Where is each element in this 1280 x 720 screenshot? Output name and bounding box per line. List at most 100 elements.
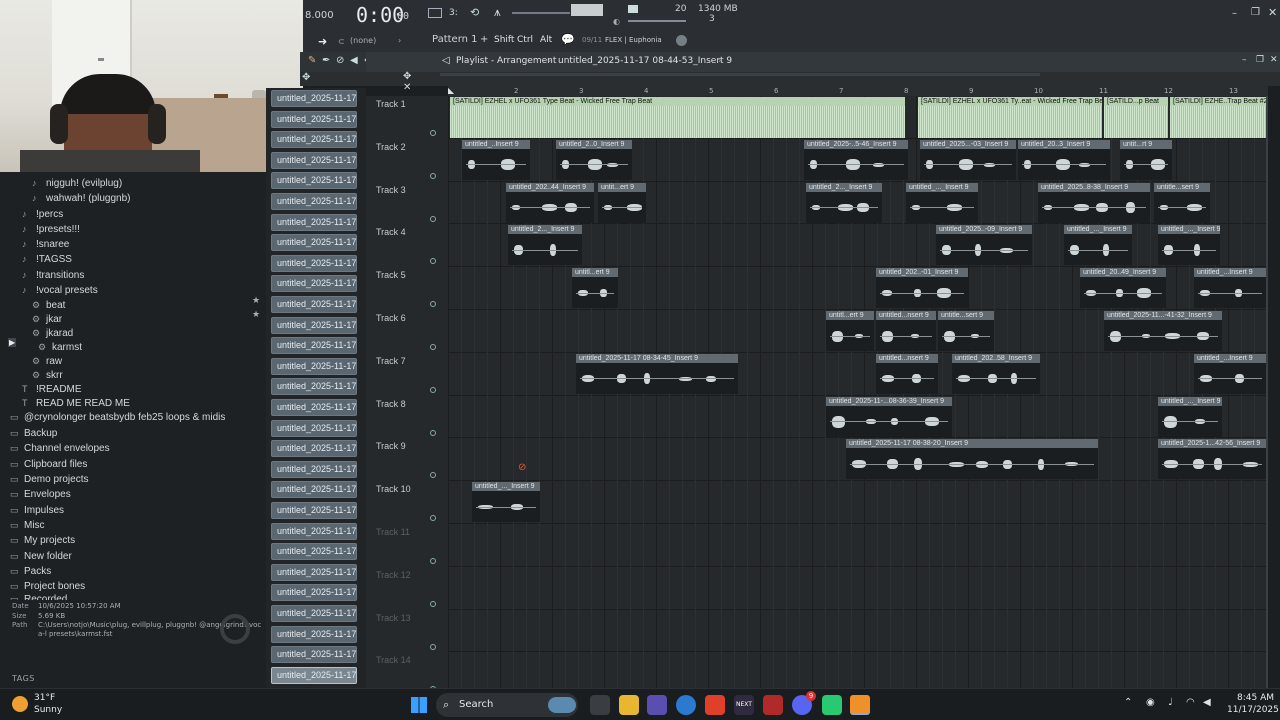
- windows-start-icon[interactable]: [411, 697, 427, 713]
- app-icon[interactable]: [763, 695, 783, 715]
- chat-icon[interactable]: 💬: [561, 33, 575, 46]
- browser-item[interactable]: ▭ My projects: [10, 535, 75, 546]
- track-mute-icon[interactable]: [430, 215, 436, 222]
- clip-picker-item[interactable]: untitled_2025-11-17 08-: [271, 90, 357, 107]
- browser-item[interactable]: ▭ Misc: [10, 520, 45, 531]
- audio-clip[interactable]: [SATILDI] EZHEL x UFO361 Ty..eat - Wicke…: [918, 97, 1102, 138]
- clock-time[interactable]: 8:45 AM: [1237, 693, 1274, 703]
- track-mute-icon[interactable]: [430, 558, 436, 564]
- playlist-minimize-icon[interactable]: –: [1242, 55, 1247, 65]
- audio-clip[interactable]: untitle...sert 9: [1154, 182, 1210, 223]
- clip-picker-item[interactable]: untitled_2025-11-17 08-: [271, 522, 357, 540]
- browser-item[interactable]: ▭ Backup: [10, 428, 57, 439]
- pattern-selector[interactable]: Pattern 1: [432, 34, 478, 45]
- clip-picker-item[interactable]: untitled_2025-11-17 08-: [271, 151, 357, 169]
- maximize-icon[interactable]: ❐: [1251, 7, 1260, 18]
- clip-picker-item[interactable]: untitled_2025-11-17 08-: [271, 172, 357, 190]
- weather-text[interactable]: Sunny: [34, 705, 62, 715]
- weather-icon[interactable]: [12, 696, 28, 712]
- vertical-scrollbar[interactable]: [1266, 96, 1268, 688]
- mute-icon[interactable]: ◀: [350, 55, 358, 66]
- audio-clip[interactable]: untitled_..._Insert 9: [906, 182, 978, 223]
- audio-clip[interactable]: untit...ert 9: [598, 182, 646, 223]
- move-icon[interactable]: ✥: [302, 72, 310, 83]
- browser-item[interactable]: ⚙ skrr: [32, 370, 63, 381]
- app-green-icon[interactable]: [822, 695, 842, 715]
- browser-item[interactable]: ♪ !percs: [22, 209, 63, 220]
- browser-item[interactable]: ▭ Packs: [10, 566, 51, 577]
- track-mute-icon[interactable]: [430, 429, 436, 436]
- track-label[interactable]: Track 10: [376, 484, 411, 494]
- track-mute-icon[interactable]: [430, 515, 436, 522]
- add-pattern-icon[interactable]: +: [480, 34, 488, 45]
- step-icon[interactable]: 3:: [449, 8, 458, 18]
- browser-item[interactable]: T !README: [22, 384, 82, 395]
- search-highlight-icon[interactable]: [548, 697, 576, 713]
- track-label[interactable]: Track 2: [376, 142, 406, 152]
- loop-record-icon[interactable]: ⟲: [470, 6, 479, 19]
- audio-clip[interactable]: untitled_2025-..5-46_Insert 9: [804, 139, 908, 180]
- audio-clip[interactable]: [SATILD...p Beat: [1104, 97, 1168, 138]
- clip-picker-item[interactable]: untitled_2025-11-17 08-: [271, 275, 357, 293]
- browser-item[interactable]: ⚙ raw: [32, 356, 62, 367]
- minimize-icon[interactable]: –: [1232, 8, 1237, 19]
- track-mute-icon[interactable]: [430, 643, 436, 650]
- track-mute-icon[interactable]: [430, 386, 436, 393]
- magnet-icon[interactable]: ⊂: [338, 37, 345, 46]
- audio-clip[interactable]: untitled...nsert 9: [876, 311, 936, 351]
- track-label[interactable]: Track 4: [376, 227, 406, 237]
- close-icon[interactable]: ✕: [403, 82, 411, 93]
- clip-picker-item[interactable]: untitled_2025-11-17 08-: [271, 131, 357, 149]
- fl-studio-icon[interactable]: [850, 695, 870, 715]
- wait-icon[interactable]: ⩚: [494, 5, 501, 20]
- browser-item[interactable]: ▭ Impulses: [10, 505, 64, 516]
- track-label[interactable]: Track 5: [376, 270, 406, 280]
- chevron-right-icon[interactable]: ›: [398, 36, 401, 45]
- audio-clip[interactable]: untitled_2025-11-17 08-38-20_Insert 9: [846, 439, 1098, 480]
- arrow-right-icon[interactable]: ➜: [318, 35, 327, 48]
- clip-picker-item[interactable]: untitled_2025-11-17 08-: [271, 357, 357, 375]
- browser-item[interactable]: ⚙ karmst: [38, 342, 82, 353]
- track-label[interactable]: Track 6: [376, 313, 406, 323]
- clip-picker-item[interactable]: untitled_2025-11-17 08-: [271, 193, 357, 210]
- audio-clip[interactable]: untitled_2025-11...-41-32_Insert 9: [1104, 311, 1222, 351]
- pencil-icon[interactable]: ✎: [308, 55, 316, 66]
- audio-clip[interactable]: untitled_202..58_Insert 9: [952, 353, 1040, 394]
- clip-picker-item[interactable]: untitled_2025-11-17 08-: [271, 110, 357, 128]
- clip-picker-item[interactable]: untitled_2025-11-17 08-: [271, 543, 357, 561]
- clip-picker-item[interactable]: untitled_2025-11-17 08-: [271, 625, 357, 643]
- browser-item[interactable]: ♪ !presets!!!: [22, 224, 80, 235]
- star-icon[interactable]: ★: [252, 296, 260, 306]
- play-arrow-icon[interactable]: ▶: [8, 338, 17, 347]
- brave-icon[interactable]: [705, 695, 725, 715]
- playlist-close-icon[interactable]: ✕: [1270, 55, 1278, 65]
- clip-picker-item[interactable]: untitled_2025-11-17 08-: [271, 563, 357, 581]
- tray-app-icon[interactable]: ◉: [1146, 697, 1155, 708]
- browser-item[interactable]: ♪ !transitions: [22, 270, 84, 281]
- track-mute-icon[interactable]: [430, 344, 436, 350]
- browser-item[interactable]: ▭ New folder: [10, 551, 72, 562]
- audio-clip[interactable]: untitled_..Insert 9: [462, 139, 530, 180]
- audio-clip[interactable]: untitled_2..._Insert 9: [806, 182, 882, 223]
- browser-item[interactable]: ▭ Envelopes: [10, 489, 71, 500]
- clip-picker-item[interactable]: untitled_2025-11-17 08-: [271, 419, 357, 437]
- audio-clip[interactable]: untitled_...Insert 9: [1194, 353, 1266, 394]
- audio-clip[interactable]: untitled_..._Insert 9: [472, 482, 540, 523]
- audio-clip[interactable]: untitled_2..._Insert 9: [508, 225, 582, 266]
- shift-key[interactable]: Shift: [494, 35, 514, 45]
- clip-picker-item[interactable]: untitled_2025-11-17 08-: [271, 440, 357, 458]
- move-icon-2[interactable]: ✥: [403, 71, 411, 82]
- clip-picker-item[interactable]: untitled_2025-11-17 08-: [271, 296, 357, 313]
- temperature[interactable]: 31°F: [34, 693, 55, 703]
- tempo-display[interactable]: 8.000: [305, 10, 334, 21]
- track-label[interactable]: Track 7: [376, 356, 406, 366]
- clip-picker-item[interactable]: untitled_2025-11-17 08-: [271, 502, 357, 519]
- clip-picker-item[interactable]: untitled_2025-11-17 08-: [271, 481, 357, 499]
- vs-icon[interactable]: [647, 695, 667, 715]
- clip-picker-item[interactable]: untitled_2025-11-17 08-: [271, 646, 357, 664]
- microphone-icon[interactable]: ♩: [1168, 697, 1173, 708]
- track-label[interactable]: Track 12: [376, 570, 411, 580]
- close-icon[interactable]: ✕: [1268, 6, 1277, 19]
- browser-item[interactable]: ▭ Project bones: [10, 581, 85, 592]
- browser-item[interactable]: ▭ @crynolonger beatsbydb feb25 loops & mi…: [10, 412, 225, 423]
